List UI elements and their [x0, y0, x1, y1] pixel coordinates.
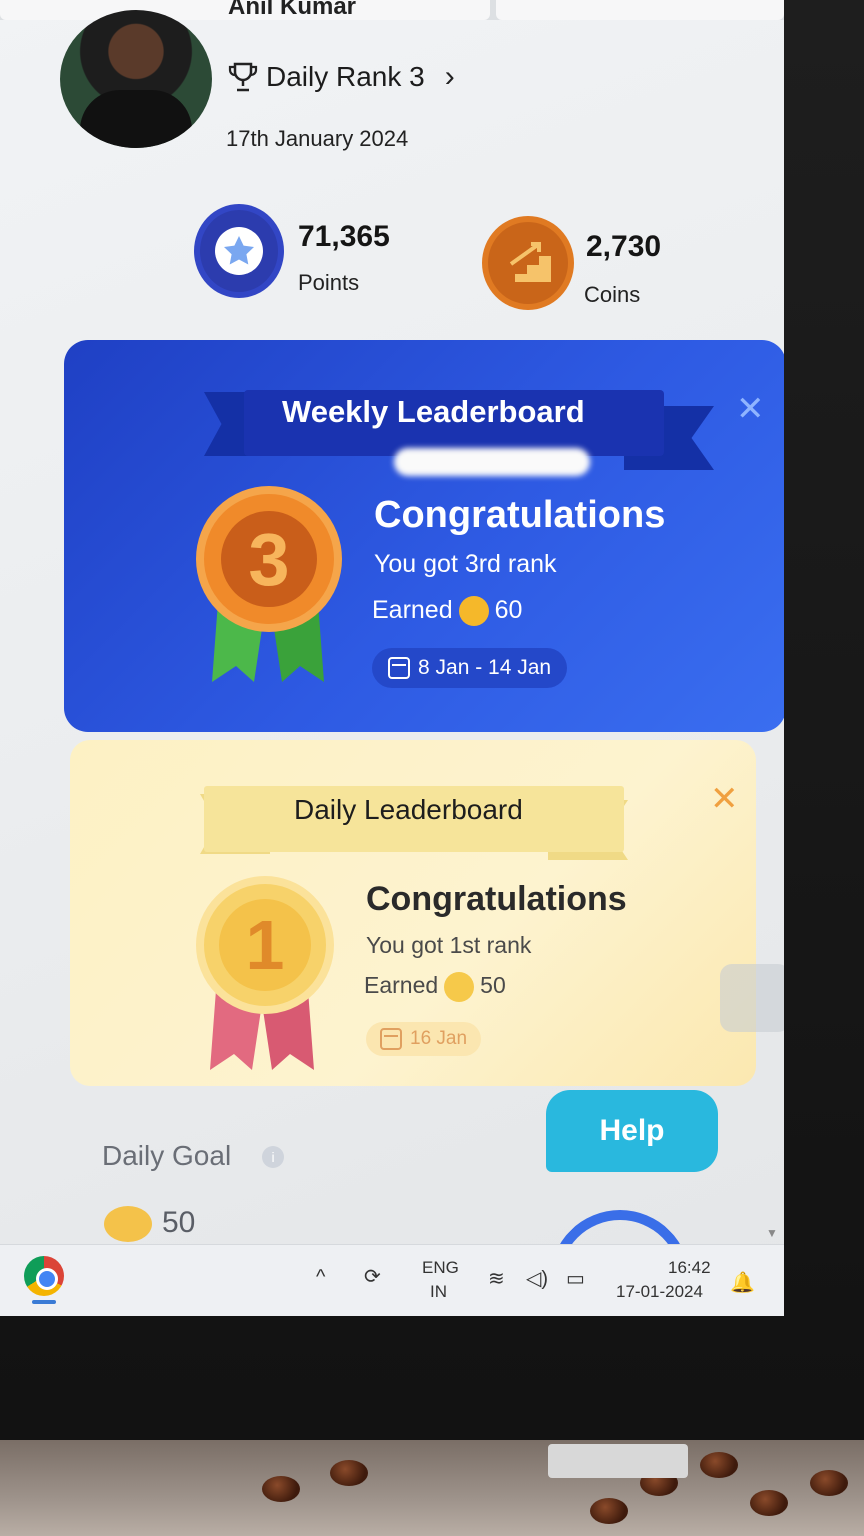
daily-date-range: 16 Jan	[410, 1028, 468, 1049]
monitor-stand	[548, 1444, 688, 1478]
stairs-arrow-icon	[482, 216, 574, 310]
daily-earned: Earned 50	[364, 972, 506, 1002]
side-panel-widget[interactable]	[720, 964, 784, 1032]
daily-goal-title: Daily Goal	[102, 1140, 232, 1171]
sync-icon[interactable]: ⟳	[364, 1264, 381, 1289]
close-icon[interactable]: ✕	[710, 782, 739, 816]
calendar-icon	[380, 1028, 402, 1050]
weekly-date-range: 8 Jan - 14 Jan	[418, 656, 552, 679]
points-value: 71,365	[298, 220, 390, 253]
daily-rank-link[interactable]: Daily Rank 3 ›	[228, 60, 455, 94]
coin-icon	[104, 1206, 152, 1242]
daily-rank-label: Daily Rank 3	[266, 61, 425, 92]
notification-bell-icon[interactable]: 🔔	[730, 1270, 755, 1294]
weekly-date-pill: 8 Jan - 14 Jan	[372, 648, 568, 688]
medal-number: 1	[219, 899, 311, 991]
chrome-icon[interactable]	[24, 1256, 64, 1296]
earned-label: Earned	[364, 972, 439, 999]
calendar-icon	[388, 657, 410, 679]
redacted-text	[394, 448, 590, 476]
language-bottom[interactable]: IN	[430, 1282, 447, 1302]
points-label: Points	[298, 270, 360, 295]
taskbar	[0, 1244, 784, 1316]
star-icon	[194, 204, 284, 298]
chevron-right-icon: ›	[444, 60, 455, 93]
help-button[interactable]: Help	[546, 1090, 718, 1172]
desk-surface	[0, 1440, 864, 1536]
clock-time[interactable]: 16:42	[668, 1258, 711, 1278]
earned-label: Earned	[372, 596, 453, 624]
weekly-earned: Earned 60	[372, 596, 523, 627]
weekly-leaderboard-card: Weekly Leaderboard ✕ 3 Congratulations Y…	[64, 340, 784, 732]
close-icon[interactable]: ✕	[736, 392, 765, 426]
coins-label: Coins	[584, 282, 641, 307]
speaker-icon[interactable]: ◁)	[526, 1266, 548, 1291]
daily-rank-text: You got 1st rank	[366, 932, 532, 958]
coins-value: 2,730	[586, 230, 662, 263]
earned-value: 50	[480, 972, 506, 999]
bronze-medal: 3	[196, 486, 342, 632]
daily-date-pill: 16 Jan	[366, 1022, 482, 1056]
language-top[interactable]: ENG	[422, 1258, 459, 1278]
weekly-leaderboard-title: Weekly Leaderboard	[282, 394, 585, 429]
weekly-congrats: Congratulations	[374, 494, 666, 536]
medal-number: 3	[221, 511, 317, 607]
screen: Anil Kumar Daily Rank 3 › 17th January 2…	[0, 0, 784, 1316]
daily-congrats: Congratulations	[366, 880, 627, 918]
profile-date: 17th January 2024	[226, 126, 409, 151]
gold-medal: 1	[196, 876, 334, 1014]
earned-value: 60	[494, 596, 523, 624]
wifi-icon[interactable]: ≋	[488, 1266, 505, 1291]
clock-date[interactable]: 17-01-2024	[616, 1282, 703, 1302]
battery-icon[interactable]: ▭	[566, 1266, 585, 1291]
coin-icon	[458, 596, 489, 627]
daily-goal-value: 50	[162, 1206, 196, 1239]
user-name: Anil Kumar	[228, 0, 357, 20]
daily-leaderboard-card: Daily Leaderboard ✕ 1 Congratulations Yo…	[70, 740, 756, 1086]
scroll-down-arrow[interactable]: ▼	[766, 1226, 778, 1240]
show-hidden-icons-chevron[interactable]: ^	[316, 1266, 325, 1289]
info-icon[interactable]: i	[262, 1146, 284, 1168]
trophy-icon	[228, 62, 258, 92]
coin-icon	[444, 972, 475, 1002]
daily-leaderboard-title: Daily Leaderboard	[294, 794, 523, 825]
weekly-rank-text: You got 3rd rank	[374, 550, 557, 578]
avatar	[60, 10, 212, 148]
